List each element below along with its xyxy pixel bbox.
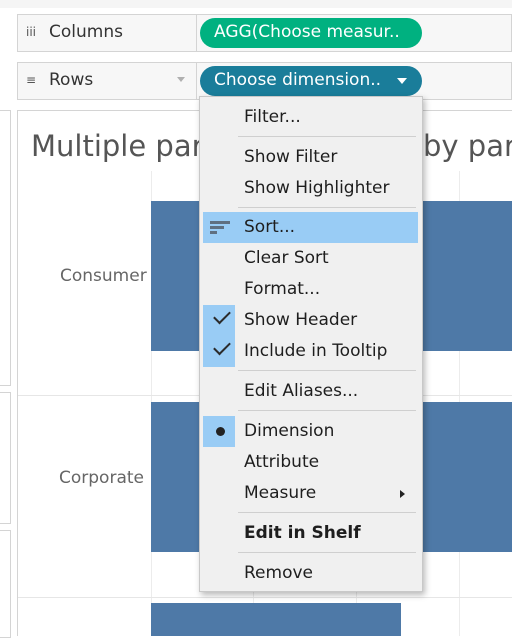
top-toolbar-strip bbox=[0, 0, 512, 8]
menu-item-show-highlighter[interactable]: Show Highlighter bbox=[200, 173, 422, 204]
checkmark-box bbox=[203, 336, 235, 367]
menu-item-edit-aliases-label: Edit Aliases... bbox=[244, 381, 359, 401]
left-panel-cards bbox=[0, 110, 11, 386]
columns-shelf-label-area: iii Columns bbox=[18, 15, 197, 51]
bar-home-office[interactable] bbox=[151, 603, 401, 636]
menu-separator bbox=[238, 512, 416, 513]
pill-dropdown-icon[interactable] bbox=[397, 78, 407, 84]
menu-separator bbox=[238, 410, 416, 411]
left-panel-marks bbox=[0, 392, 11, 524]
columns-icon: iii bbox=[26, 25, 37, 39]
rows-pill-text: Choose dimension.. bbox=[214, 70, 382, 90]
rows-shelf-label-area: ≡ Rows bbox=[18, 63, 197, 99]
rows-dimension-pill[interactable]: Choose dimension.. bbox=[200, 66, 422, 96]
radio-box bbox=[203, 416, 235, 447]
menu-item-sort-label: Sort... bbox=[244, 217, 296, 237]
sort-icon bbox=[210, 221, 230, 235]
menu-item-show-filter-label: Show Filter bbox=[244, 147, 338, 167]
menu-item-measure[interactable]: Measure bbox=[200, 478, 422, 509]
pill-context-menu[interactable]: Filter... Show Filter Show Highlighter S… bbox=[199, 96, 423, 592]
menu-separator bbox=[238, 207, 416, 208]
viz-title-right: by para bbox=[423, 129, 512, 163]
menu-item-show-header[interactable]: Show Header bbox=[200, 305, 422, 336]
columns-pill-text: AGG(Choose measur.. bbox=[214, 22, 400, 42]
menu-item-attribute[interactable]: Attribute bbox=[200, 447, 422, 478]
rows-label: Rows bbox=[49, 70, 94, 90]
menu-separator bbox=[238, 370, 416, 371]
menu-item-format[interactable]: Format... bbox=[200, 274, 422, 305]
rows-shelf[interactable]: ≡ Rows Choose dimension.. bbox=[17, 62, 512, 100]
menu-item-filter[interactable]: Filter... bbox=[200, 102, 422, 133]
row-separator bbox=[18, 597, 512, 598]
menu-item-include-in-tooltip-label: Include in Tooltip bbox=[244, 341, 388, 361]
columns-shelf[interactable]: iii Columns AGG(Choose measur.. bbox=[17, 14, 512, 52]
menu-item-clear-sort[interactable]: Clear Sort bbox=[200, 243, 422, 274]
columns-label: Columns bbox=[49, 22, 123, 42]
menu-item-show-header-label: Show Header bbox=[244, 310, 358, 330]
radio-dot-icon bbox=[216, 427, 225, 436]
columns-measure-pill[interactable]: AGG(Choose measur.. bbox=[200, 18, 422, 48]
menu-item-remove[interactable]: Remove bbox=[200, 558, 422, 589]
menu-item-edit-aliases[interactable]: Edit Aliases... bbox=[200, 376, 422, 407]
menu-item-filter-label: Filter... bbox=[244, 107, 301, 127]
menu-item-dimension[interactable]: Dimension bbox=[200, 416, 422, 447]
checkmark-box bbox=[203, 305, 235, 336]
menu-item-sort[interactable]: Sort... bbox=[203, 212, 418, 243]
menu-item-show-filter[interactable]: Show Filter bbox=[200, 142, 422, 173]
menu-separator bbox=[238, 136, 416, 137]
menu-item-edit-in-shelf-label: Edit in Shelf bbox=[244, 523, 361, 543]
menu-item-dimension-label: Dimension bbox=[244, 421, 335, 441]
row-label-corporate[interactable]: Corporate bbox=[59, 468, 144, 488]
row-label-consumer[interactable]: Consumer bbox=[60, 266, 147, 286]
menu-item-show-highlighter-label: Show Highlighter bbox=[244, 178, 390, 198]
left-panel-legend bbox=[0, 530, 11, 638]
menu-item-format-label: Format... bbox=[244, 279, 321, 299]
menu-item-measure-label: Measure bbox=[244, 483, 317, 503]
checkmark-icon bbox=[213, 337, 231, 356]
viz-title: Multiple par bbox=[31, 129, 204, 163]
rows-icon: ≡ bbox=[26, 73, 37, 87]
rows-shelf-dropdown-icon[interactable] bbox=[177, 77, 185, 82]
menu-item-attribute-label: Attribute bbox=[244, 452, 320, 472]
submenu-arrow-icon bbox=[400, 490, 405, 498]
menu-item-include-in-tooltip[interactable]: Include in Tooltip bbox=[200, 336, 422, 367]
menu-item-remove-label: Remove bbox=[244, 563, 313, 583]
menu-item-edit-in-shelf[interactable]: Edit in Shelf bbox=[200, 518, 422, 549]
menu-separator bbox=[238, 552, 416, 553]
menu-item-clear-sort-label: Clear Sort bbox=[244, 248, 329, 268]
checkmark-icon bbox=[213, 306, 231, 325]
